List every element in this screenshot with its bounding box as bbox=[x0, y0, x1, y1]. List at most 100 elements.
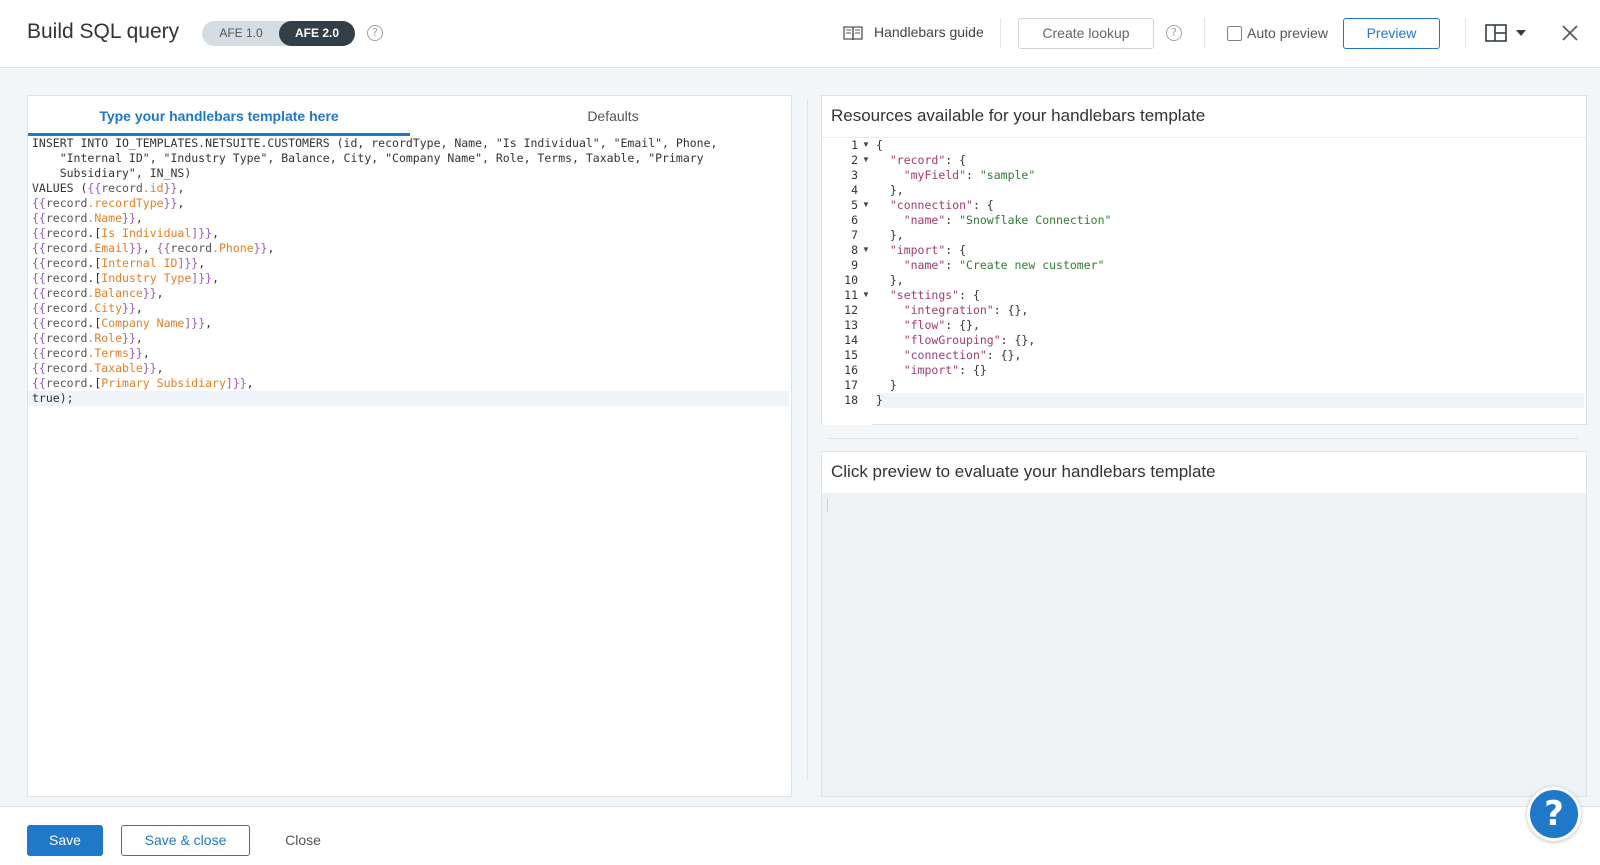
code-token: record bbox=[45, 331, 88, 345]
code-token: .[ bbox=[87, 226, 102, 240]
code-token: ]}} bbox=[177, 256, 199, 270]
code-token: {{ bbox=[32, 346, 46, 360]
json-line[interactable]: }, bbox=[876, 183, 1584, 198]
lookup-help-icon[interactable]: ? bbox=[1166, 25, 1182, 41]
help-button[interactable]: ? bbox=[1527, 787, 1581, 841]
fold-toggle-icon[interactable]: ▼ bbox=[862, 140, 870, 149]
json-line[interactable]: { bbox=[876, 138, 1584, 153]
resources-json-editor[interactable]: 1 ▼ 2 ▼ 3 4 5 ▼ 6 7 8 ▼ 9 10 11 ▼ 12 13 14 15 16 17 18 { "reco… bbox=[822, 137, 1586, 425]
auto-preview-checkbox[interactable] bbox=[1227, 26, 1242, 41]
code-token: , bbox=[177, 196, 185, 210]
json-token: : bbox=[945, 213, 960, 227]
code-token: , bbox=[198, 256, 206, 270]
json-line[interactable]: "record": { bbox=[876, 153, 1584, 168]
code-token: {{ bbox=[32, 271, 46, 285]
fold-toggle-icon[interactable]: ▼ bbox=[862, 245, 870, 254]
code-line[interactable]: {{record.City}}, bbox=[32, 301, 789, 316]
auto-preview-label[interactable]: Auto preview bbox=[1247, 25, 1328, 41]
line-number: 7 bbox=[851, 228, 858, 242]
code-token: {{ bbox=[32, 331, 46, 345]
preview-result-title: Click preview to evaluate your handlebar… bbox=[831, 462, 1216, 481]
json-line[interactable]: "import": { bbox=[876, 243, 1584, 258]
code-line[interactable]: {{record.[Is Individual]}}, bbox=[32, 226, 789, 241]
close-icon[interactable] bbox=[1561, 24, 1579, 42]
code-token: , bbox=[142, 346, 150, 360]
preview-button[interactable]: Preview bbox=[1343, 18, 1440, 49]
code-token: record bbox=[45, 211, 88, 225]
json-line[interactable]: } bbox=[876, 393, 1584, 408]
book-icon bbox=[843, 26, 863, 41]
afe-2-option[interactable]: AFE 2.0 bbox=[279, 21, 355, 46]
code-line[interactable]: {{record.Taxable}}, bbox=[32, 361, 789, 376]
code-line[interactable]: {{record.[Industry Type]}}, bbox=[32, 271, 789, 286]
json-line[interactable]: "settings": { bbox=[876, 288, 1584, 303]
handlebars-guide-link[interactable]: Handlebars guide bbox=[874, 24, 984, 40]
code-line[interactable]: {{record.[Internal ID]}}, bbox=[32, 256, 789, 271]
code-line[interactable]: true); bbox=[28, 391, 789, 406]
preview-result-output[interactable] bbox=[827, 499, 828, 512]
json-line[interactable]: "connection": { bbox=[876, 198, 1584, 213]
code-line[interactable]: {{record.recordType}}, bbox=[32, 196, 789, 211]
code-token: ]}} bbox=[184, 316, 206, 330]
code-token: true); bbox=[32, 391, 74, 405]
json-token: : { bbox=[959, 288, 980, 302]
fold-toggle-icon[interactable]: ▼ bbox=[862, 290, 870, 299]
json-line[interactable]: "flow": {}, bbox=[876, 318, 1584, 333]
json-line[interactable]: "flowGrouping": {}, bbox=[876, 333, 1584, 348]
code-line[interactable]: {{record.Email}}, {{record.Phone}}, bbox=[32, 241, 789, 256]
line-number: 18 bbox=[844, 393, 858, 407]
json-line[interactable]: }, bbox=[876, 228, 1584, 243]
resources-panel: Resources available for your handlebars … bbox=[821, 95, 1587, 425]
line-number: 4 bbox=[851, 183, 858, 197]
afe-help-icon[interactable]: ? bbox=[367, 25, 383, 41]
json-line[interactable]: } bbox=[876, 378, 1584, 393]
panel-divider[interactable] bbox=[828, 438, 1578, 439]
code-token: .[ bbox=[87, 316, 102, 330]
code-line[interactable]: {{record.[Company Name]}}, bbox=[32, 316, 789, 331]
json-line[interactable]: "name": "Create new customer" bbox=[876, 258, 1584, 273]
json-token: : { bbox=[945, 153, 967, 167]
code-token: {{ bbox=[32, 241, 46, 255]
code-token: "Internal ID", "Industry Type", Balance,… bbox=[32, 151, 704, 165]
json-line[interactable]: "name": "Snowflake Connection" bbox=[876, 213, 1584, 228]
tab-defaults[interactable]: Defaults bbox=[433, 96, 793, 136]
save-button[interactable]: Save bbox=[27, 825, 103, 856]
json-token: : { bbox=[945, 243, 967, 257]
tab-template[interactable]: Type your handlebars template here bbox=[28, 96, 410, 136]
code-token: .recordType bbox=[87, 196, 164, 210]
code-token: {{ bbox=[32, 196, 46, 210]
create-lookup-button[interactable]: Create lookup bbox=[1018, 18, 1154, 49]
resources-title: Resources available for your handlebars … bbox=[831, 106, 1206, 125]
code-token: {{ bbox=[32, 316, 46, 330]
code-token: .Name bbox=[87, 211, 123, 225]
afe-1-option[interactable]: AFE 1.0 bbox=[206, 21, 276, 46]
code-line[interactable]: Subsidiary", IN_NS) bbox=[32, 166, 789, 181]
chevron-down-icon[interactable] bbox=[1516, 30, 1526, 36]
resources-json-code[interactable]: { "record": { "myField": "sample" }, "co… bbox=[876, 138, 1584, 408]
code-line[interactable]: {{record.Name}}, bbox=[32, 211, 789, 226]
save-and-close-button[interactable]: Save & close bbox=[121, 825, 250, 856]
fold-toggle-icon[interactable]: ▼ bbox=[862, 200, 870, 209]
code-line[interactable]: {{record.[Primary Subsidiary]}}, bbox=[32, 376, 789, 391]
code-line[interactable]: {{record.Role}}, bbox=[32, 331, 789, 346]
json-line[interactable]: "import": {} bbox=[876, 363, 1584, 378]
code-line[interactable]: "Internal ID", "Industry Type", Balance,… bbox=[32, 151, 789, 166]
json-line[interactable]: "integration": {}, bbox=[876, 303, 1584, 318]
page-title: Build SQL query bbox=[27, 20, 180, 43]
code-line[interactable]: {{record.Balance}}, bbox=[32, 286, 789, 301]
json-line[interactable]: "myField": "sample" bbox=[876, 168, 1584, 183]
editor-footer: Save Save & close Close bbox=[0, 806, 1600, 865]
code-line[interactable]: VALUES ({{record.id}}, bbox=[32, 181, 789, 196]
code-token: {{ bbox=[32, 286, 46, 300]
fold-toggle-icon[interactable]: ▼ bbox=[862, 155, 870, 164]
json-line[interactable]: }, bbox=[876, 273, 1584, 288]
json-line[interactable]: "connection": {}, bbox=[876, 348, 1584, 363]
json-token: } bbox=[876, 393, 883, 407]
code-token: .[ bbox=[87, 256, 102, 270]
code-line[interactable]: INSERT INTO IO_TEMPLATES.NETSUITE.CUSTOM… bbox=[32, 136, 789, 151]
code-line[interactable]: {{record.Terms}}, bbox=[32, 346, 789, 361]
layout-icon[interactable] bbox=[1485, 24, 1507, 42]
template-code-editor[interactable]: INSERT INTO IO_TEMPLATES.NETSUITE.CUSTOM… bbox=[28, 136, 789, 406]
close-button[interactable]: Close bbox=[278, 825, 328, 856]
panel-divider[interactable] bbox=[807, 99, 808, 779]
